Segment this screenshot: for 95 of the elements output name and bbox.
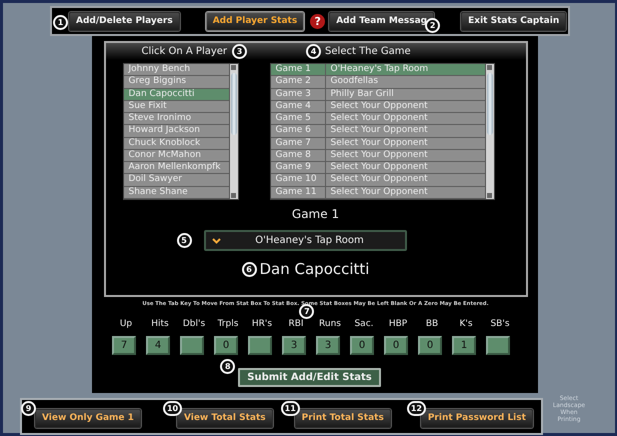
list-row[interactable]: Steve Ironimo xyxy=(124,113,228,126)
game-number: Game 4 xyxy=(270,100,326,112)
submit-button[interactable]: Submit Add/Edit Stats xyxy=(238,368,381,387)
stat-input[interactable] xyxy=(180,336,204,355)
list-row[interactable]: Chuck Knoblock xyxy=(124,138,228,150)
list-row[interactable]: Game 8 Select Your Opponent xyxy=(270,150,484,162)
stat-label: HR's xyxy=(252,319,272,331)
list-row[interactable]: Greg Biggins xyxy=(124,76,228,89)
action-button[interactable]: View Only Game 1 xyxy=(35,408,141,428)
stat-label: BB xyxy=(426,319,438,331)
stat-input[interactable]: 0 xyxy=(384,336,408,355)
number-badge: 10 xyxy=(162,400,182,416)
game-number: Game 7 xyxy=(270,138,326,149)
number-badge: 3 xyxy=(232,44,248,59)
number-badge: 1 xyxy=(53,14,68,30)
list-row[interactable]: Game 11 Select Your Opponent xyxy=(270,186,484,199)
list-row[interactable]: Game 1 O'Heaney's Tap Room xyxy=(270,64,484,76)
number-badge: 11 xyxy=(280,400,300,416)
help-button[interactable]: ? xyxy=(310,14,326,28)
game-number: Game 3 xyxy=(270,88,326,100)
stat-input[interactable]: 3 xyxy=(282,336,306,355)
list-row[interactable]: Sue Fixit xyxy=(124,100,228,114)
stat-input[interactable]: 0 xyxy=(350,336,374,355)
opponent-name: Select Your Opponent xyxy=(330,138,429,149)
nav-button[interactable]: Add Player Stats xyxy=(206,12,304,30)
game-number: Game 9 xyxy=(270,162,326,174)
list-row[interactable]: Game 4 Select Your Opponent xyxy=(270,100,484,114)
number-badge: 9 xyxy=(21,400,36,416)
game-number: Game 2 xyxy=(270,76,326,88)
number-badge: 4 xyxy=(306,44,322,59)
opponent-name: Philly Bar Grill xyxy=(330,88,395,100)
opponent-name: O'Heaney's Tap Room xyxy=(330,64,430,76)
stat-input[interactable]: 1 xyxy=(452,336,476,355)
list-row[interactable]: Howard Jackson xyxy=(124,125,228,138)
player-heading: Dan Capoccitti xyxy=(260,260,370,278)
list-heading: Click On A Player xyxy=(142,46,228,57)
stat-label: Dbl's xyxy=(182,319,206,331)
nav-button[interactable]: Add/Delete Players xyxy=(69,12,180,30)
opponent-dropdown[interactable]: O'Heaney's Tap Room xyxy=(204,230,406,251)
opponent-name: Goodfellas xyxy=(330,76,380,88)
game-title: Game 1 xyxy=(292,207,340,221)
list-row[interactable]: Game 2 Goodfellas xyxy=(270,76,484,89)
list-row[interactable]: Dan Capoccitti xyxy=(124,88,228,101)
stat-input[interactable]: 0 xyxy=(418,336,442,355)
stat-input[interactable]: 0 xyxy=(214,336,238,355)
stat-input[interactable]: 3 xyxy=(316,336,340,355)
action-button[interactable]: Print Total Stats xyxy=(294,408,391,428)
number-badge: 7 xyxy=(299,304,314,319)
stat-label: SB's xyxy=(490,319,510,331)
list-row[interactable]: Doil Sawyer xyxy=(124,174,228,187)
number-badge: 5 xyxy=(176,233,192,248)
stat-input[interactable] xyxy=(486,336,510,355)
number-badge: 6 xyxy=(242,262,256,276)
list-row[interactable]: Game 5 Select Your Opponent xyxy=(270,113,484,126)
list-row[interactable]: Shane Shane xyxy=(124,186,228,199)
stat-label: Hits xyxy=(151,319,169,331)
stat-label: HBP xyxy=(388,319,408,331)
opponent-name: Select Your Opponent xyxy=(330,113,429,124)
list-row[interactable]: Game 10 Select Your Opponent xyxy=(270,174,484,187)
opponent-name: Select Your Opponent xyxy=(330,186,429,198)
number-badge: 2 xyxy=(425,18,440,32)
chevron-icon xyxy=(212,238,220,244)
game-number: Game 11 xyxy=(270,186,326,198)
list-row[interactable]: Johnny Bench xyxy=(124,64,228,76)
game-number: Game 5 xyxy=(270,113,326,124)
action-button[interactable]: Print Password List xyxy=(420,408,533,428)
opponent-name: Select Your Opponent xyxy=(330,162,429,174)
stat-label: Runs xyxy=(319,319,341,331)
stat-label: RBI xyxy=(288,319,304,331)
stat-label: K's xyxy=(459,319,473,331)
action-button[interactable]: View Total Stats xyxy=(176,408,273,428)
game-number: Game 8 xyxy=(270,150,326,162)
opponent-name: Select Your Opponent xyxy=(330,100,429,112)
opponent-name: Select Your Opponent xyxy=(330,150,429,162)
number-badge: 8 xyxy=(220,359,236,374)
opponent-name: Select Your Opponent xyxy=(330,125,429,137)
stat-input[interactable]: 7 xyxy=(112,336,136,355)
stat-label: Up xyxy=(120,319,132,331)
list-row[interactable]: Game 9 Select Your Opponent xyxy=(270,162,484,174)
game-number: Game 10 xyxy=(270,174,326,186)
number-badge: 12 xyxy=(406,400,426,416)
stat-input[interactable] xyxy=(248,336,272,355)
list-row[interactable]: Game 6 Select Your Opponent xyxy=(270,125,484,138)
stat-label: Trpls xyxy=(218,319,238,331)
list-row[interactable]: Aaron Mellenkompfk xyxy=(124,162,228,174)
stat-label: Sac. xyxy=(354,319,374,331)
game-number: Game 1 xyxy=(270,64,326,76)
list-row[interactable]: Game 3 Philly Bar Grill xyxy=(270,88,484,101)
nav-button[interactable]: Exit Stats Captain xyxy=(461,12,566,30)
game-number: Game 6 xyxy=(270,125,326,137)
list-row[interactable]: Conor McMahon xyxy=(124,150,228,162)
stat-input[interactable]: 4 xyxy=(146,336,170,355)
list-heading: Select The Game xyxy=(325,46,411,57)
opponent-name: Select Your Opponent xyxy=(330,174,429,186)
list-row[interactable]: Game 7 Select Your Opponent xyxy=(270,138,484,150)
